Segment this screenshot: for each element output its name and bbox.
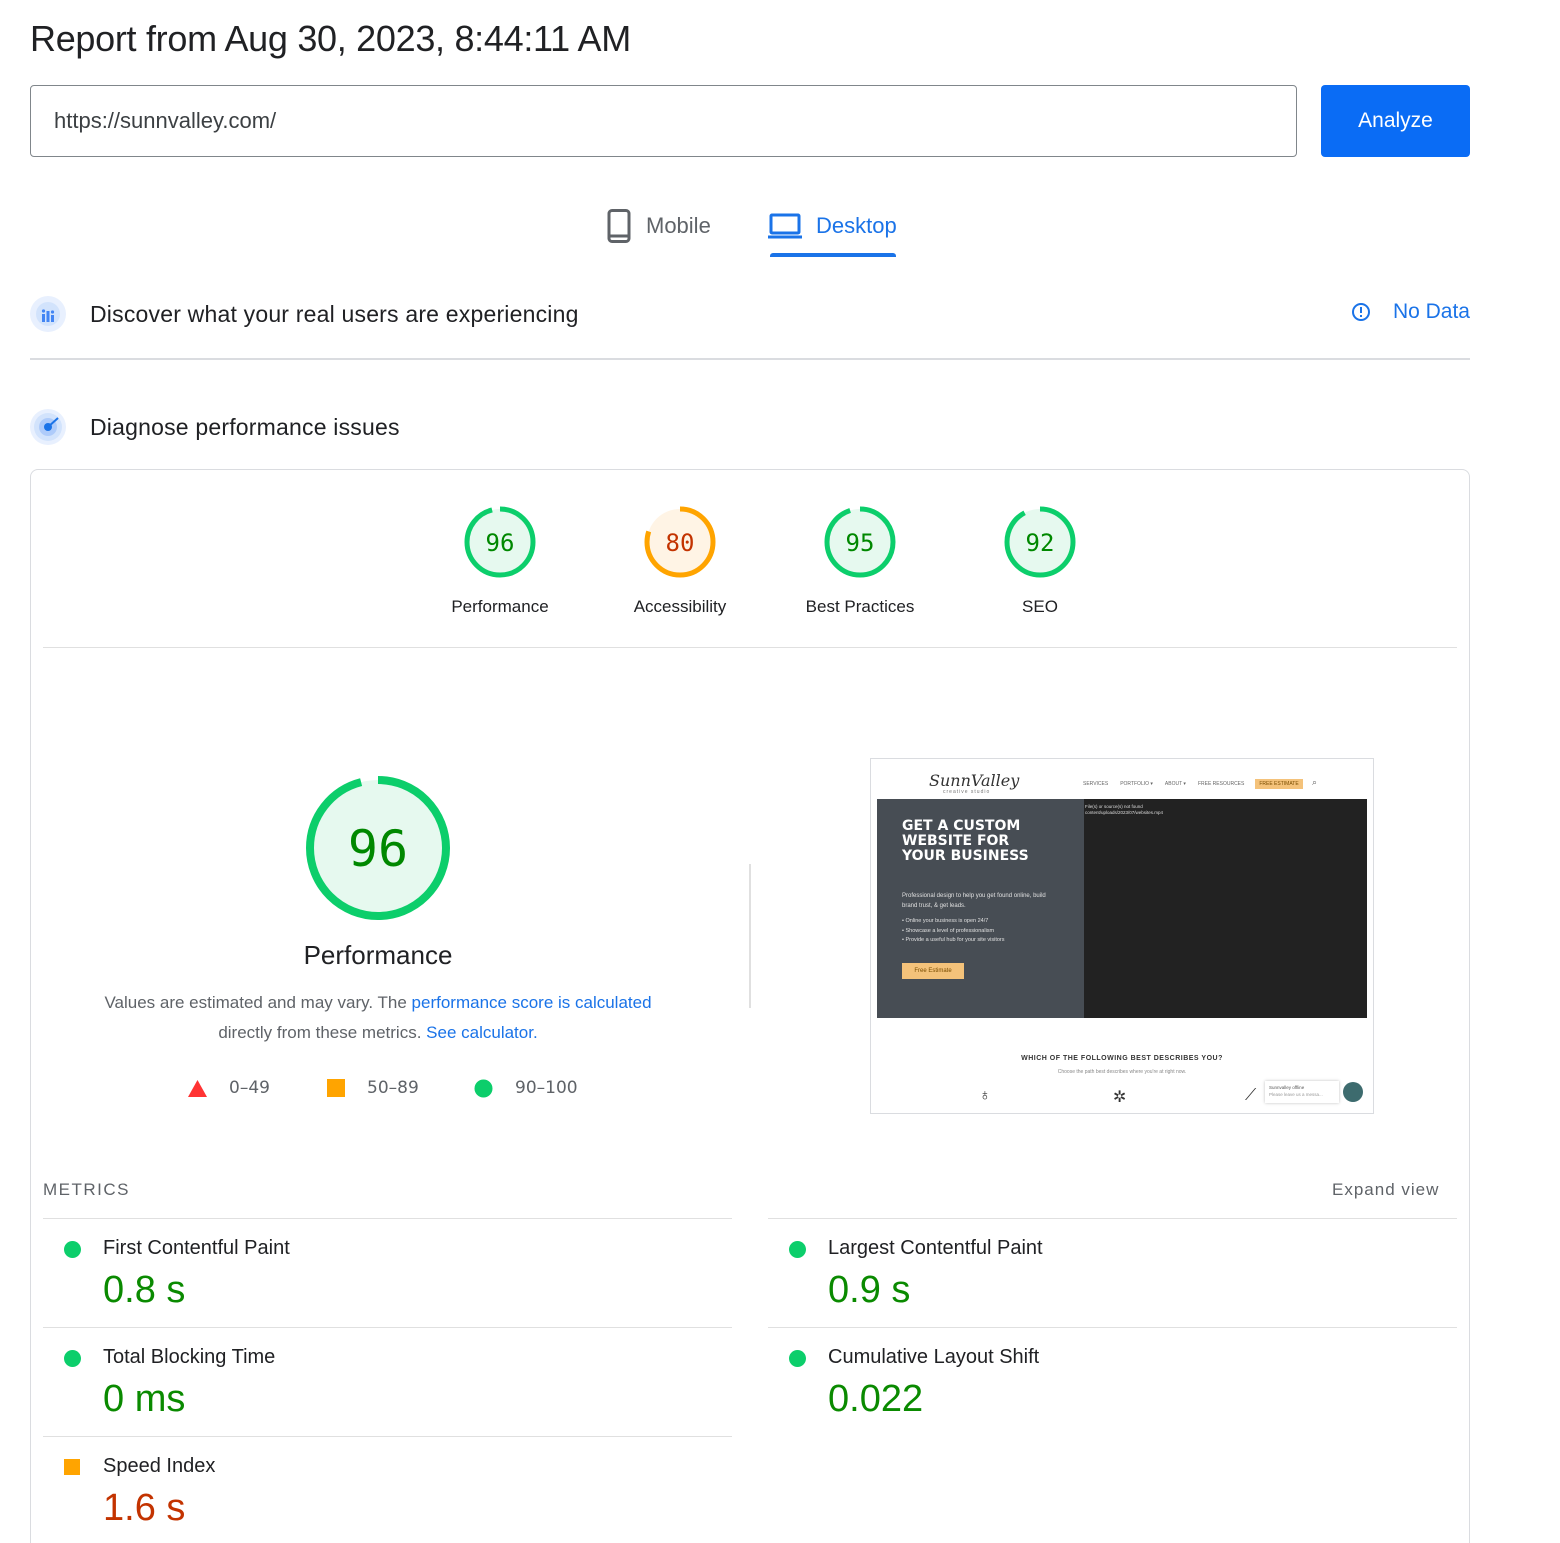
lab-data-icon xyxy=(30,409,66,445)
metric-name: Cumulative Layout Shift xyxy=(828,1346,1040,1368)
gauge-seo[interactable]: 92 SEO xyxy=(950,505,1130,617)
pass-circle-icon xyxy=(64,1350,81,1367)
gauge-label: Accessibility xyxy=(633,597,727,616)
site-logo-sub: creative studio xyxy=(943,789,991,795)
metric-cls: Cumulative Layout Shift 0.022 xyxy=(768,1327,1457,1436)
section-divider xyxy=(30,358,1470,360)
legend-range: 0–49 xyxy=(229,1078,270,1098)
gauge-score: 96 xyxy=(486,529,515,557)
tab-mobile[interactable]: Mobile xyxy=(606,196,711,256)
url-input[interactable] xyxy=(30,85,1297,157)
gauge-label: Performance xyxy=(451,597,549,616)
performance-big-score: 96 xyxy=(348,820,408,878)
gauge-score: 92 xyxy=(1026,529,1055,557)
legend-range: 90–100 xyxy=(515,1078,578,1098)
crux-section-header: Discover what your real users are experi… xyxy=(30,294,1470,334)
gauge-score: 80 xyxy=(666,529,695,557)
triangle-icon xyxy=(188,1079,207,1097)
tab-mobile-label: Mobile xyxy=(646,213,711,238)
gauges-divider xyxy=(43,647,1457,648)
site-nav-item: ABOUT ▾ xyxy=(1164,781,1186,787)
site-chat-widget: Sunnvalley offline Please leave us a mes… xyxy=(1265,1081,1339,1103)
site-nav-item: PORTFOLIO ▾ xyxy=(1120,781,1153,787)
pass-circle-icon xyxy=(64,1241,81,1258)
desc-text: Values are estimated and may vary. The xyxy=(104,993,412,1012)
metrics-heading: METRICS xyxy=(43,1180,130,1199)
legend-average: 50–89 xyxy=(327,1078,419,1098)
legend-fail: 0–49 xyxy=(188,1078,270,1098)
gauge-label: Best Practices xyxy=(805,597,915,616)
metric-name: First Contentful Paint xyxy=(103,1237,290,1259)
metric-lcp: Largest Contentful Paint 0.9 s xyxy=(768,1218,1457,1327)
site-nav-cta: FREE ESTIMATE xyxy=(1255,779,1303,789)
info-icon xyxy=(1351,302,1371,322)
diagnose-section-header: Diagnose performance issues xyxy=(30,406,1470,448)
no-data-label: No Data xyxy=(1392,300,1470,323)
final-screenshot[interactable]: SunnValley creative studio SERVICES PORT… xyxy=(870,758,1374,1114)
gauge-performance[interactable]: 96 Performance xyxy=(410,505,590,617)
no-data-link[interactable]: No Data xyxy=(1351,300,1470,324)
site-hero-video xyxy=(1084,799,1367,1018)
category-gauges: 96 Performance 80 Accessibility 95 Best … xyxy=(410,505,1130,617)
tab-active-indicator xyxy=(770,253,896,257)
metric-name: Speed Index xyxy=(103,1455,216,1477)
performance-big-gauge: 96 xyxy=(306,776,450,920)
metric-value: 0.8 s xyxy=(103,1269,186,1311)
expand-view-toggle[interactable]: Expand view xyxy=(1332,1180,1439,1200)
site-hero-bullets: • Online your business is open 24/7 • Sh… xyxy=(902,918,1005,943)
site-nav: SERVICES PORTFOLIO ▾ ABOUT ▾ FREE RESOUR… xyxy=(1083,781,1256,787)
gauge-score: 95 xyxy=(846,529,875,557)
site-search-icon: ⌕ xyxy=(1312,777,1318,787)
legend-pass: 90–100 xyxy=(474,1078,578,1098)
square-icon xyxy=(327,1079,345,1097)
site-hero-button: Free Estimate xyxy=(902,963,964,979)
performance-title: Performance xyxy=(303,940,453,970)
metric-value: 0.9 s xyxy=(828,1269,911,1311)
site-nav-item: SERVICES xyxy=(1083,781,1109,787)
metric-speed-index: Speed Index 1.6 s xyxy=(43,1436,732,1543)
site-logo: SunnValley xyxy=(929,771,1020,790)
metric-name: Total Blocking Time xyxy=(103,1346,276,1368)
gauge-label: SEO xyxy=(1022,597,1058,616)
metric-value: 1.6 s xyxy=(103,1487,186,1529)
site-question-sub: Choose the path best describes where you… xyxy=(1057,1069,1187,1075)
legend-range: 50–89 xyxy=(367,1078,419,1098)
site-hero-text: Professional design to help you get foun… xyxy=(902,893,1046,909)
score-calc-link[interactable]: performance score is calculated xyxy=(412,993,652,1012)
report-title: Report from Aug 30, 2023, 8:44:11 AM xyxy=(30,18,631,59)
site-video-error: File(s) or source(s) not found content/u… xyxy=(1085,804,1164,815)
site-question: WHICH OF THE FOLLOWING BEST DESCRIBES YO… xyxy=(1021,1055,1223,1062)
crux-title: Discover what your real users are experi… xyxy=(90,300,579,327)
desc-text-2: directly from these metrics. xyxy=(218,1023,427,1042)
metric-value: 0 ms xyxy=(103,1378,186,1420)
analyze-button[interactable]: Analyze xyxy=(1321,85,1470,157)
performance-description: Values are estimated and may vary. The p… xyxy=(68,988,688,1048)
atom-icon: ✲ xyxy=(1113,1089,1127,1106)
gauge-accessibility[interactable]: 80 Accessibility xyxy=(590,505,770,617)
diagnose-title: Diagnose performance issues xyxy=(90,413,400,440)
lightbulb-icon: ♁ xyxy=(979,1087,991,1104)
gauge-best-practices[interactable]: 95 Best Practices xyxy=(770,505,950,617)
chart-icon: ⟋ xyxy=(1245,1087,1257,1104)
site-nav-item: FREE RESOURCES xyxy=(1197,781,1245,787)
site-hero-heading: GET A CUSTOM WEBSITE FOR YOUR BUSINESS xyxy=(902,818,1029,864)
metric-name: Largest Contentful Paint xyxy=(828,1237,1043,1259)
vertical-divider xyxy=(749,864,751,1008)
see-calculator-link[interactable]: See calculator. xyxy=(426,1023,538,1042)
tab-desktop[interactable]: Desktop xyxy=(768,196,897,256)
chat-icon xyxy=(1343,1082,1363,1102)
circle-icon xyxy=(474,1079,493,1098)
metric-value: 0.022 xyxy=(828,1378,924,1420)
phone-icon xyxy=(606,209,632,243)
pass-circle-icon xyxy=(789,1241,806,1258)
metric-tbt: Total Blocking Time 0 ms xyxy=(43,1327,732,1436)
average-square-icon xyxy=(64,1459,80,1475)
laptop-icon xyxy=(768,213,802,239)
tab-desktop-label: Desktop xyxy=(816,213,897,238)
metric-fcp: First Contentful Paint 0.8 s xyxy=(43,1218,732,1327)
field-data-icon xyxy=(30,296,66,332)
pass-circle-icon xyxy=(789,1350,806,1367)
